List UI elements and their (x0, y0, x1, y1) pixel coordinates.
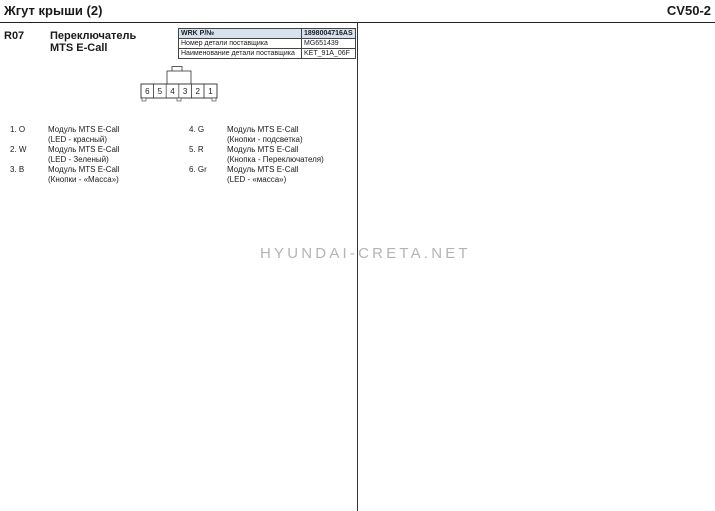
connector-id: R07 (4, 30, 25, 42)
pin-desc-line2: (Кнопка - Переключателя) (227, 155, 324, 164)
pin-desc-line2: (Кнопки - «Масса») (48, 175, 119, 184)
info-row: Номер детали поставщика MG651439 (178, 38, 356, 49)
pin-wire: 5. R (189, 145, 204, 154)
pin-wire: 1. O (10, 125, 26, 134)
connector-name: Переключатель MTS E-Call (50, 30, 170, 54)
pin-description: Модуль MTS E-Call (Кнопка - Переключател… (227, 145, 324, 165)
pin-desc-line2: (LED - красный) (48, 135, 108, 144)
pin-wire: 4. G (189, 125, 205, 134)
part-info-table: WRK P/№ 1898004716AS Номер детали постав… (178, 28, 356, 59)
pin-desc-line1: Модуль MTS E-Call (227, 125, 299, 134)
page-title: Жгут крыши (2) (4, 3, 103, 18)
info-key: Номер детали поставщика (178, 38, 302, 49)
connector-name-line2: MTS E-Call (50, 42, 108, 54)
connector-top-housing (166, 70, 192, 85)
pin-description: Модуль MTS E-Call (LED - «масса») (227, 165, 298, 185)
pin-wire: 6. Gr (189, 165, 207, 174)
info-key: WRK P/№ (178, 28, 302, 39)
column-divider (357, 22, 358, 511)
info-value: KET_91A_06F (301, 48, 356, 59)
info-key: Наименование детали поставщика (178, 48, 302, 59)
pin-desc-line1: Модуль MTS E-Call (48, 125, 120, 134)
page-header: Жгут крыши (2) CV50-2 (0, 0, 715, 23)
pin-desc-line1: Модуль MTS E-Call (48, 165, 120, 174)
connector-foot (176, 97, 182, 102)
info-value: 1898004716AS (301, 28, 356, 39)
pin-desc-line2: (LED - «масса») (227, 175, 287, 184)
pin-description: Модуль MTS E-Call (Кнопки - подсветка) (227, 125, 303, 145)
pin-desc-line1: Модуль MTS E-Call (227, 145, 299, 154)
pin-desc-line1: Модуль MTS E-Call (227, 165, 299, 174)
connector-diagram: 6 5 4 3 2 1 (140, 66, 218, 102)
pin-desc-line2: (LED - Зеленый) (48, 155, 109, 164)
info-row: Наименование детали поставщика KET_91A_0… (178, 48, 356, 59)
pin-number: 3 (183, 87, 188, 96)
pin-number: 6 (145, 87, 150, 96)
pin-wire: 2. W (10, 145, 27, 154)
connector-name-line1: Переключатель (50, 30, 137, 42)
pin-number: 4 (170, 87, 175, 96)
info-row: WRK P/№ 1898004716AS (178, 28, 356, 39)
watermark: HYUNDAI-CRETA.NET (260, 245, 471, 262)
pin-number: 1 (208, 87, 213, 96)
pin-number: 5 (158, 87, 163, 96)
pin-description: Модуль MTS E-Call (LED - красный) (48, 125, 119, 145)
pin-desc-line2: (Кнопки - подсветка) (227, 135, 303, 144)
pin-desc-line1: Модуль MTS E-Call (48, 145, 120, 154)
pin-description: Модуль MTS E-Call (LED - Зеленый) (48, 145, 119, 165)
connector-foot (141, 97, 147, 102)
info-value: MG651439 (301, 38, 356, 49)
pin-description: Модуль MTS E-Call (Кнопки - «Масса») (48, 165, 119, 185)
connector-foot (211, 97, 217, 102)
pin-number: 2 (195, 87, 200, 96)
page-code: CV50-2 (666, 3, 711, 18)
pin-wire: 3. B (10, 165, 25, 174)
